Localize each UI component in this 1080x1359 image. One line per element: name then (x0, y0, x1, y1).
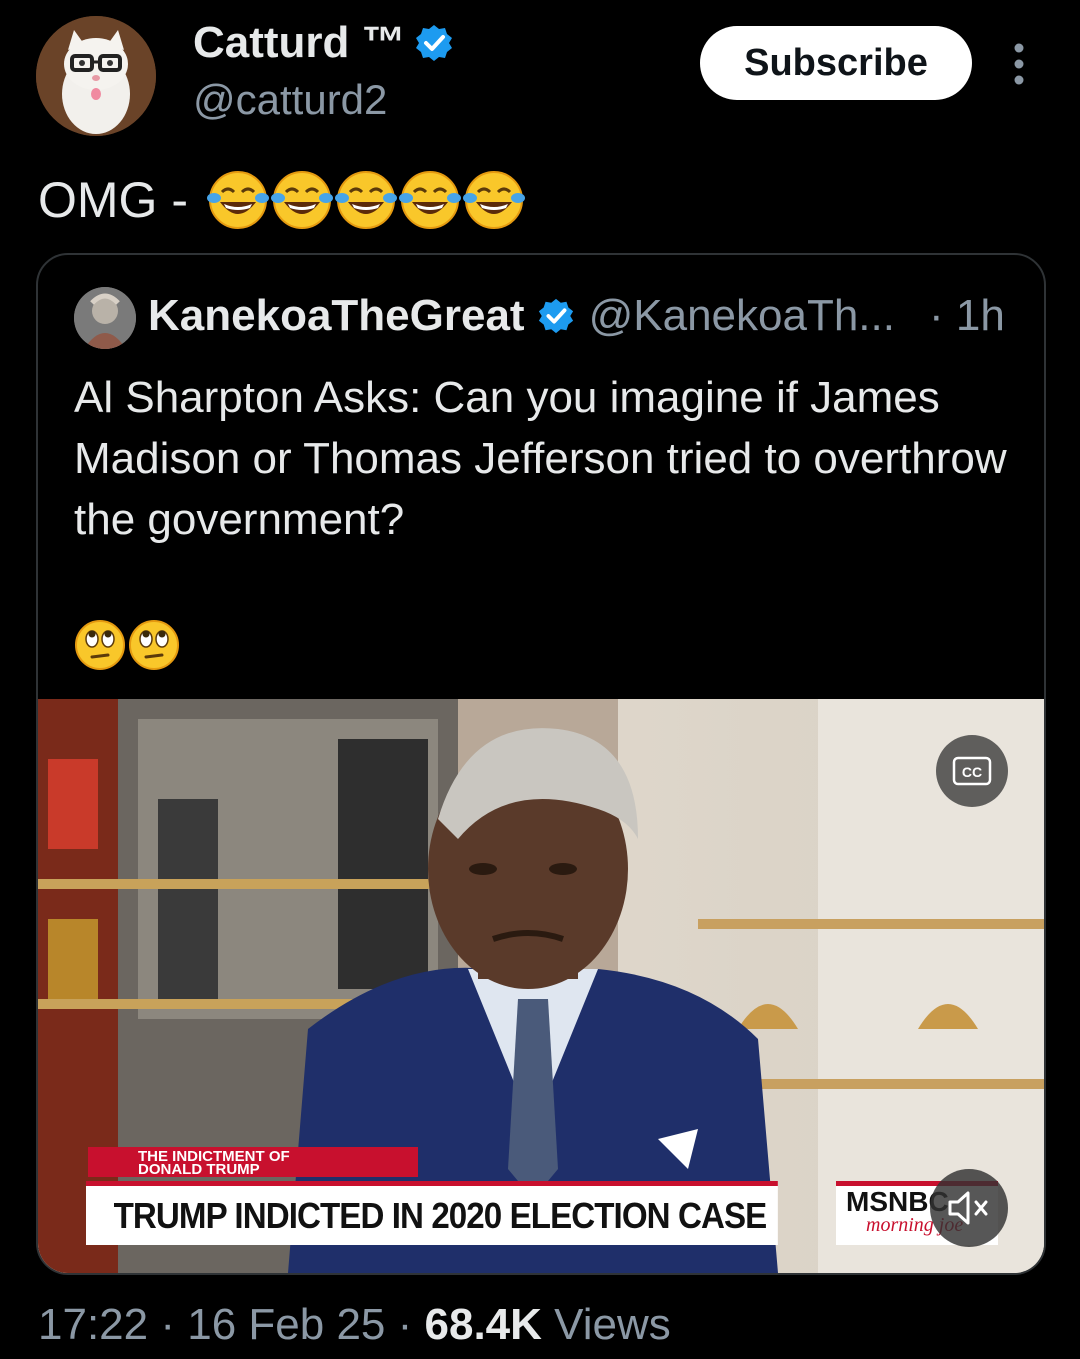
video-player[interactable]: The Indictment of Donald Trump TRUMP IND… (38, 699, 1044, 1273)
quoted-author-handle[interactable]: @KanekoaTh... (589, 291, 895, 341)
subscribe-button[interactable]: Subscribe (700, 26, 972, 100)
meta-separator: · (160, 1300, 175, 1349)
post-text: OMG - (38, 168, 526, 232)
post-meta: 17:22 · 16 Feb 25 · 68.4K Views (38, 1300, 671, 1350)
quoted-author-avatar[interactable] (74, 287, 136, 349)
more-options-icon[interactable] (1004, 40, 1034, 88)
author-name[interactable]: Catturd ™ (193, 18, 406, 68)
author-avatar[interactable] (36, 16, 156, 136)
eye-roll-emoji-row (74, 619, 180, 671)
chyron-headline: TRUMP INDICTED IN 2020 ELECTION CASE (86, 1181, 778, 1245)
chyron-tag: The Indictment of Donald Trump (88, 1147, 418, 1177)
post-text-content: OMG - (38, 172, 188, 228)
author-handle[interactable]: @catturd2 (193, 76, 387, 124)
quoted-author-name[interactable]: KanekoaTheGreat (148, 291, 525, 341)
quoted-post-time: · 1h (928, 291, 1005, 340)
quoted-post-card[interactable]: KanekoaTheGreat @KanekoaTh... · 1h Al Sh… (36, 253, 1046, 1275)
muted-speaker-icon[interactable] (930, 1169, 1008, 1247)
views-count[interactable]: 68.4K (425, 1300, 542, 1349)
quoted-post-header: KanekoaTheGreat @KanekoaTh... · 1h (148, 291, 1005, 341)
closed-captions-icon[interactable]: CC (936, 735, 1008, 807)
laughing-emoji-row (206, 168, 526, 232)
verified-badge-icon (415, 25, 452, 61)
post-date: 16 Feb 25 (187, 1300, 386, 1349)
author-name-row[interactable]: Catturd ™ (193, 18, 454, 68)
tears-of-joy-emoji-icon (206, 170, 526, 230)
verified-badge-icon (538, 298, 573, 334)
post-time: 17:22 (38, 1300, 149, 1349)
views-label[interactable]: Views (554, 1300, 671, 1349)
quoted-post-text: Al Sharpton Asks: Can you imagine if Jam… (74, 373, 1007, 544)
face-with-rolling-eyes-emoji-icon (75, 619, 180, 671)
svg-text:CC: CC (962, 764, 982, 780)
cat-avatar-image (36, 16, 156, 136)
meta-separator: · (397, 1300, 413, 1349)
